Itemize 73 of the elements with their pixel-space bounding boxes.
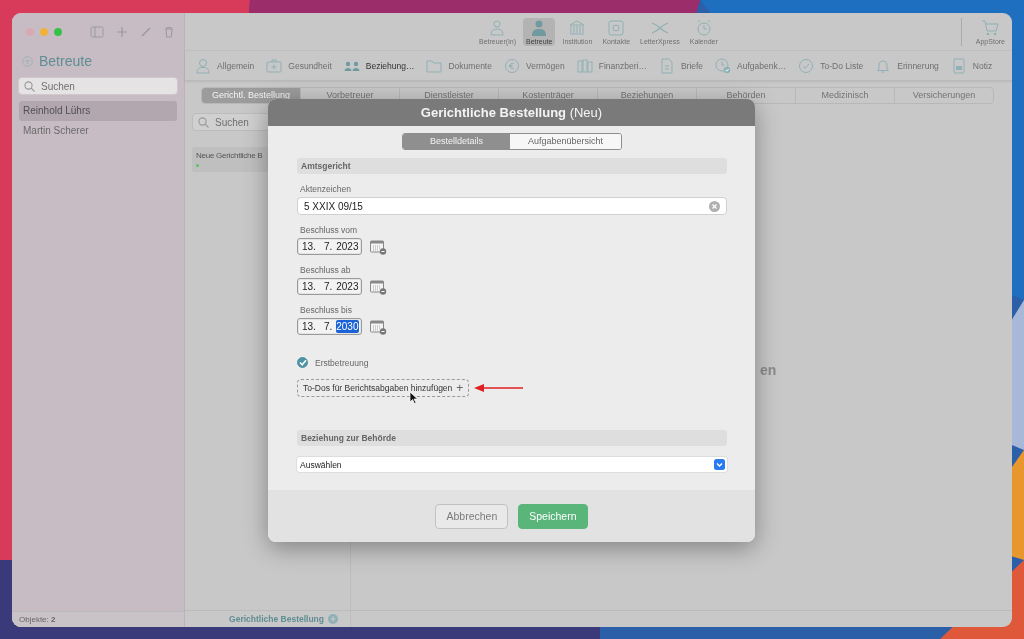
calendar-icon [369, 280, 387, 295]
field-label: Beschluss ab [300, 265, 352, 275]
tab[interactable]: Versicherungen [894, 88, 993, 103]
euro-icon [503, 57, 520, 74]
section-button[interactable]: To-Do Liste [798, 56, 864, 75]
save-button[interactable]: Speichern [518, 503, 588, 529]
status-text: Objekte: 2 [12, 611, 184, 627]
checkbox-label: Erstbetreuung [315, 357, 369, 368]
section-header: Beziehung zur Behörde [297, 430, 727, 446]
segment-tab[interactable]: Aufgabenübersicht [510, 134, 622, 149]
clear-icon [709, 200, 720, 212]
cursor-icon [409, 391, 418, 404]
section-header: Amtsgericht [297, 158, 727, 174]
sidebar-icon [90, 26, 104, 38]
sidebar-item[interactable]: Reinhold Lührs [19, 101, 177, 121]
sidebar-title: Betreute [39, 53, 92, 69]
checkmark-icon [298, 359, 307, 366]
section-button[interactable]: Finanzberi… [576, 56, 647, 75]
check-circle-icon [798, 57, 815, 74]
building-icon [568, 18, 587, 37]
binders-icon [576, 57, 593, 74]
dropdown[interactable]: Auswählen [297, 457, 727, 472]
trash-icon [164, 26, 174, 38]
section-button[interactable]: Aufgabenk… [715, 56, 787, 75]
arrow-icon [473, 383, 526, 393]
calendar-icon [369, 320, 387, 335]
bell-icon [875, 57, 892, 74]
input-field[interactable]: 5 XXIX 09/15 [297, 197, 727, 215]
section-button[interactable]: Vermögen [503, 56, 565, 75]
section-button[interactable]: Allgemein [195, 56, 255, 75]
section-button[interactable]: Briefe [658, 56, 704, 75]
filter-icon [22, 55, 33, 67]
sidebar-item[interactable]: Martin Scherer [19, 121, 177, 141]
person-icon [488, 18, 507, 37]
checkbox[interactable] [297, 357, 308, 368]
person-icon [195, 57, 211, 74]
date-field[interactable]: 13. 7. 2023 [297, 238, 362, 255]
search-icon [24, 81, 35, 92]
pencil-icon [140, 26, 152, 38]
clock-check-icon [715, 57, 732, 74]
section-button[interactable]: Notiz [950, 56, 993, 75]
search-icon [198, 117, 209, 128]
chevron-icon [714, 459, 725, 470]
search-field[interactable]: Suchen [18, 77, 178, 95]
alarm-clock-icon [694, 18, 713, 37]
field-label: Beschluss vom [300, 225, 359, 235]
tab[interactable]: Gerichtl. Bestellung [202, 88, 300, 103]
section-button[interactable]: Erinnerung [875, 56, 939, 75]
zoom-button[interactable] [54, 28, 62, 36]
plus-circle-icon [328, 614, 338, 624]
folder-icon [426, 57, 443, 74]
add-order-link[interactable]: Gerichtliche Bestellung [229, 614, 324, 624]
field-label: Aktenzeichen [300, 184, 353, 194]
person-icon [530, 18, 549, 37]
empty-state-text: en [760, 362, 777, 378]
field-label: Beschluss bis [300, 305, 353, 315]
dialog-title: Gerichtliche Bestellung (Neu) [268, 99, 755, 126]
document-icon [658, 57, 675, 74]
section-button[interactable]: Gesundheit [266, 56, 332, 75]
calendar-icon [369, 240, 387, 255]
tab[interactable]: Medizinisch [795, 88, 894, 103]
date-field[interactable]: 13. 7. 2023 [297, 278, 362, 295]
plus-icon [116, 26, 128, 38]
date-field[interactable]: 13. 7. 2030 [297, 318, 362, 335]
list-item[interactable]: Neue Gerichtliche B [192, 147, 268, 172]
cancel-button[interactable]: Abbrechen [435, 503, 509, 529]
section-button[interactable]: Dokumente [426, 56, 492, 75]
first-aid-kit-icon [266, 57, 283, 74]
section-button[interactable]: Beziehung… [343, 56, 415, 75]
note-icon [950, 57, 967, 74]
cart-icon [981, 18, 1000, 37]
segment-tab[interactable]: Bestelldetails [402, 134, 510, 149]
minimize-button[interactable] [40, 28, 48, 36]
